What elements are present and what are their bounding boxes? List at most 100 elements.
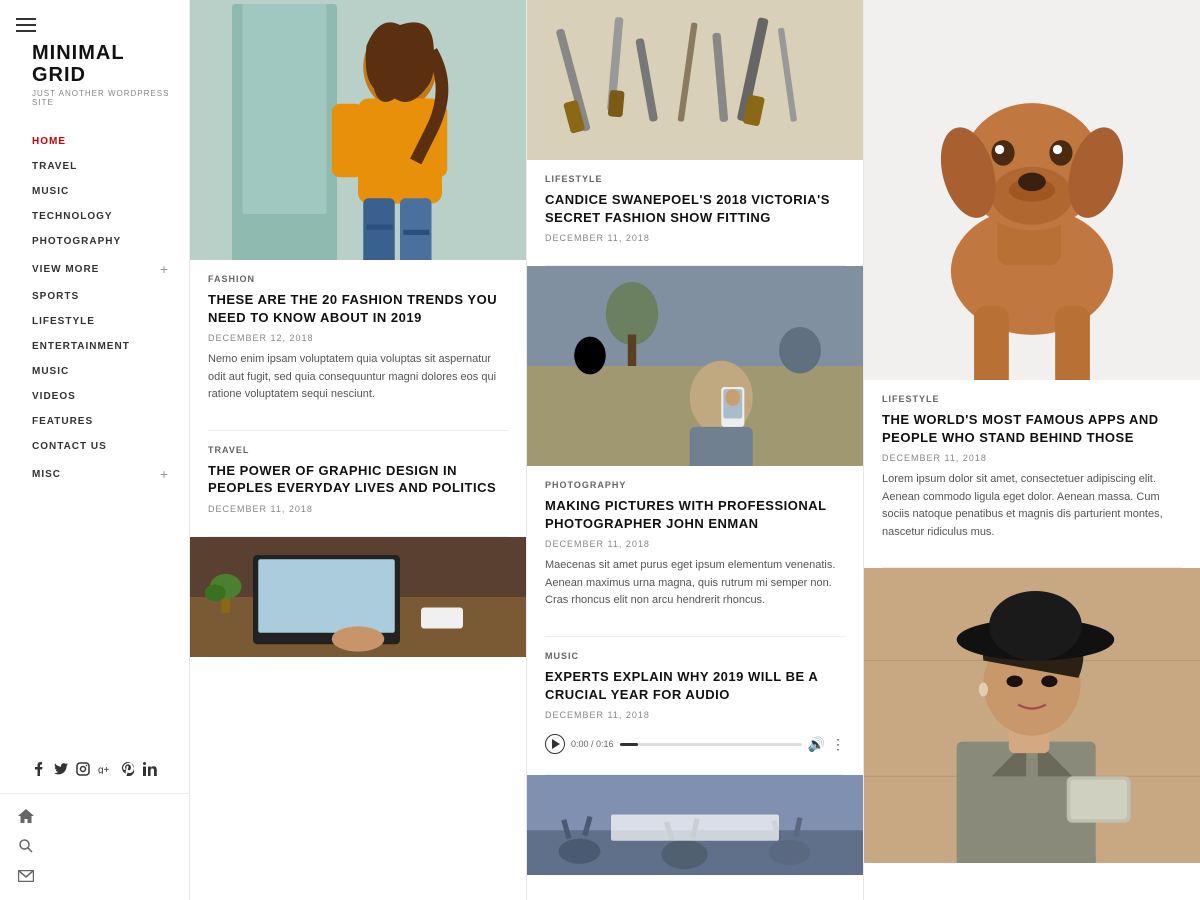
sidebar-item-label: SPORTS [32, 291, 79, 302]
article-image-tools [527, 0, 863, 160]
article-category: LIFESTYLE [882, 394, 1182, 404]
article-excerpt: Nemo enim ipsam voluptatem quia voluptas… [208, 351, 508, 404]
sidebar-item-features[interactable]: FEATURES [0, 409, 189, 434]
sidebar-item-label: CONTACT US [32, 441, 107, 452]
googleplus-icon[interactable]: g+ [98, 761, 114, 777]
article-title[interactable]: MAKING PICTURES WITH PROFESSIONAL PHOTOG… [545, 497, 845, 532]
sidebar-bottom-icons [0, 793, 189, 900]
article-title[interactable]: THESE ARE THE 20 FASHION TRENDS YOU NEED… [208, 291, 508, 326]
article-date: DECEMBER 11, 2018 [545, 710, 845, 720]
logo-title: MINIMALGRID [32, 42, 189, 86]
sidebar-item-label: ENTERTAINMENT [32, 341, 130, 352]
article-excerpt: Lorem ipsum dolor sit amet, consectetuer… [882, 471, 1182, 541]
sidebar: MINIMALGRID JUST ANOTHER WORDPRESS SITE … [0, 0, 190, 900]
article-category: MUSIC [545, 651, 845, 661]
column-2: LIFESTYLE CANDICE SWANEPOEL'S 2018 VICTO… [527, 0, 864, 900]
article-woman-hat-image [864, 568, 1200, 863]
sidebar-item-label: PHOTOGRAPHY [32, 236, 121, 247]
sidebar-item-contactus[interactable]: CONTACT US [0, 434, 189, 459]
article-date: DECEMBER 12, 2018 [208, 333, 508, 343]
article-body-music: MUSIC EXPERTS EXPLAIN WHY 2019 WILL BE A… [527, 637, 863, 774]
audio-time: 0:00 / 0:16 [571, 739, 614, 749]
article-tools-image [527, 0, 863, 160]
audio-progress-fill [620, 743, 638, 746]
article-fashion-image [190, 0, 526, 260]
play-button[interactable] [545, 734, 565, 754]
pinterest-icon[interactable] [122, 761, 136, 777]
article-body-fashion: FASHION THESE ARE THE 20 FASHION TRENDS … [190, 260, 526, 430]
sidebar-item-travel[interactable]: TRAVEL [0, 154, 189, 179]
instagram-icon[interactable] [76, 761, 90, 777]
audio-player[interactable]: 0:00 / 0:16 🔊 ⋮ [545, 728, 845, 760]
sidebar-item-photography[interactable]: PHOTOGRAPHY [0, 229, 189, 254]
article-body-photography: PHOTOGRAPHY MAKING PICTURES WITH PROFESS… [527, 466, 863, 636]
article-category: FASHION [208, 274, 508, 284]
article-title[interactable]: EXPERTS EXPLAIN WHY 2019 WILL BE A CRUCI… [545, 668, 845, 703]
logo-subtitle: JUST ANOTHER WORDPRESS SITE [32, 89, 189, 107]
social-links: g+ [0, 745, 189, 793]
article-dog-image [864, 0, 1200, 380]
article-title[interactable]: THE POWER OF GRAPHIC DESIGN IN PEOPLES E… [208, 462, 508, 497]
article-title[interactable]: THE WORLD'S MOST FAMOUS APPS AND PEOPLE … [882, 411, 1182, 446]
article-excerpt: Maecenas sit amet purus eget ipsum eleme… [545, 557, 845, 610]
sidebar-item-label: TECHNOLOGY [32, 211, 113, 222]
audio-progress-bar[interactable] [620, 743, 802, 746]
sidebar-item-music2[interactable]: MUSIC [0, 359, 189, 384]
home-icon[interactable] [18, 808, 34, 824]
sidebar-item-lifestyle[interactable]: LIFESTYLE [0, 309, 189, 334]
sidebar-item-label: MISC [32, 469, 61, 480]
mail-icon[interactable] [18, 868, 34, 884]
twitter-icon[interactable] [54, 761, 68, 777]
article-title[interactable]: CANDICE SWANEPOEL'S 2018 VICTORIA'S SECR… [545, 191, 845, 226]
search-icon[interactable] [18, 838, 34, 854]
sidebar-item-music1[interactable]: MUSIC [0, 179, 189, 204]
article-body-travel: TRAVEL THE POWER OF GRAPHIC DESIGN IN PE… [190, 431, 526, 536]
sidebar-item-technology[interactable]: TECHNOLOGY [0, 204, 189, 229]
column-1: FASHION THESE ARE THE 20 FASHION TRENDS … [190, 0, 527, 900]
site-logo: MINIMALGRID JUST ANOTHER WORDPRESS SITE [32, 30, 189, 107]
article-image-dog [864, 0, 1200, 380]
sidebar-item-misc[interactable]: MISC + [0, 459, 189, 489]
article-category: TRAVEL [208, 445, 508, 455]
article-date: DECEMBER 11, 2018 [545, 539, 845, 549]
facebook-icon[interactable] [32, 761, 46, 777]
article-category: PHOTOGRAPHY [545, 480, 845, 490]
article-category: LIFESTYLE [545, 174, 845, 184]
article-cafe-image [527, 266, 863, 466]
article-body-lifestyle2: LIFESTYLE THE WORLD'S MOST FAMOUS APPS A… [864, 380, 1200, 567]
play-triangle-icon [552, 739, 560, 749]
sidebar-item-viewmore[interactable]: VIEW MORE + [0, 254, 189, 284]
plus-icon: + [160, 466, 169, 482]
sidebar-item-entertainment[interactable]: ENTERTAINMENT [0, 334, 189, 359]
sidebar-item-label: VIEW MORE [32, 264, 99, 275]
main-content: FASHION THESE ARE THE 20 FASHION TRENDS … [190, 0, 1200, 900]
article-image-woman-hat [864, 568, 1200, 863]
article-image-concert [527, 775, 863, 875]
volume-icon[interactable]: 🔊 [808, 736, 825, 753]
article-image-cafe [527, 266, 863, 466]
article-date: DECEMBER 11, 2018 [882, 453, 1182, 463]
sidebar-item-sports[interactable]: SPORTS [0, 284, 189, 309]
sidebar-item-home[interactable]: HOME [0, 129, 189, 154]
linkedin-icon[interactable] [143, 761, 157, 777]
article-date: DECEMBER 11, 2018 [545, 233, 845, 243]
article-image-fashion [190, 0, 526, 260]
sidebar-item-label: FEATURES [32, 416, 93, 427]
article-body-lifestyle: LIFESTYLE CANDICE SWANEPOEL'S 2018 VICTO… [527, 160, 863, 265]
sidebar-item-videos[interactable]: VIDEOS [0, 384, 189, 409]
svg-text:g+: g+ [98, 765, 110, 774]
article-date: DECEMBER 11, 2018 [208, 504, 508, 514]
article-image-laptop [190, 537, 526, 657]
sidebar-item-label: VIDEOS [32, 391, 76, 402]
article-concert-image [527, 775, 863, 875]
audio-more-icon[interactable]: ⋮ [831, 736, 845, 753]
plus-icon: + [160, 261, 169, 277]
column-3: LIFESTYLE THE WORLD'S MOST FAMOUS APPS A… [864, 0, 1200, 900]
sidebar-item-label: HOME [32, 136, 66, 147]
main-nav: HOME TRAVEL MUSIC TECHNOLOGY PHOTOGRAPHY… [0, 129, 189, 745]
sidebar-item-label: TRAVEL [32, 161, 77, 172]
hamburger-menu[interactable] [16, 18, 36, 32]
sidebar-item-label: LIFESTYLE [32, 316, 95, 327]
sidebar-item-label: MUSIC [32, 366, 69, 377]
article-laptop-image [190, 537, 526, 657]
